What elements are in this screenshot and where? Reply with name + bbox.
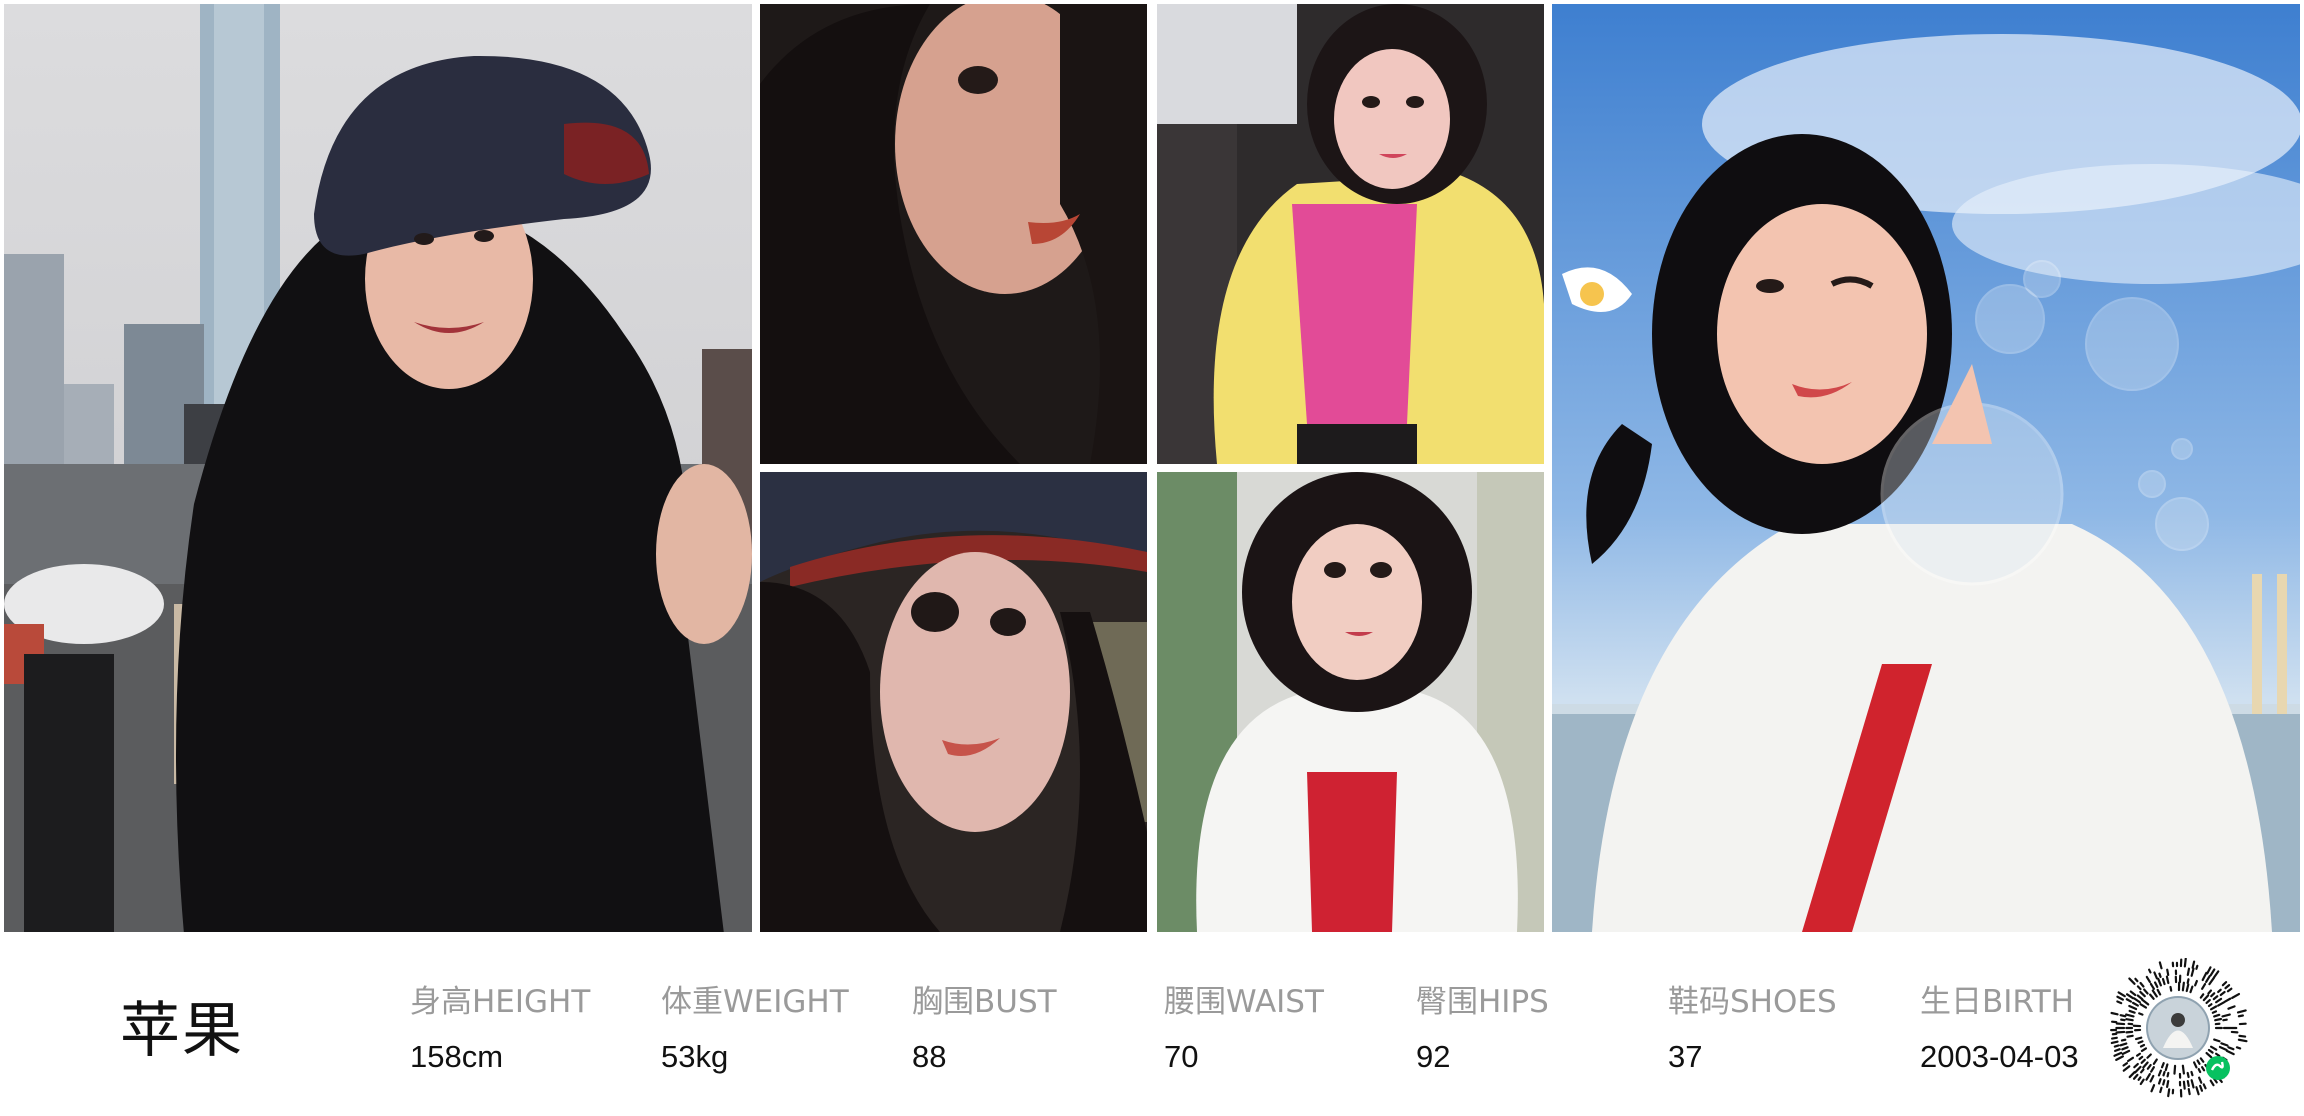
- seaside-bubbles-photo: [1552, 4, 2300, 932]
- stat-value: 158cm: [410, 1039, 504, 1074]
- stat-label: 体重WEIGHT: [661, 984, 849, 1020]
- stat-birth: 生日BIRTH 2003-04-03: [1920, 976, 2079, 1075]
- stat-value: 37: [1668, 1039, 1703, 1074]
- mini-program-badge-icon: [2206, 1056, 2230, 1080]
- white-shirt-selfie-photo: [1157, 472, 1544, 932]
- stat-label: 臀围HIPS: [1416, 984, 1549, 1020]
- stat-value: 53kg: [661, 1039, 729, 1074]
- closeup-selfie-photo: [760, 4, 1147, 464]
- stat-value: 2003-04-03: [1920, 1039, 2079, 1074]
- stat-shoes: 鞋码SHOES 37: [1668, 976, 1837, 1075]
- street-portrait-photo: [4, 4, 752, 932]
- stat-label: 身高HEIGHT: [410, 984, 591, 1020]
- hat-closeup-photo: [760, 472, 1147, 932]
- stat-bust: 胸围BUST 88: [912, 976, 1057, 1075]
- stat-weight: 体重WEIGHT 53kg: [661, 976, 849, 1075]
- stat-label: 鞋码SHOES: [1668, 984, 1837, 1020]
- mini-program-code-icon[interactable]: [2108, 957, 2248, 1098]
- stat-value: 92: [1416, 1039, 1451, 1074]
- stat-hips: 臀围HIPS 92: [1416, 976, 1549, 1075]
- stat-height: 身高HEIGHT 158cm: [410, 976, 590, 1075]
- stat-label: 腰围WAIST: [1164, 984, 1324, 1020]
- stat-value: 70: [1164, 1039, 1199, 1074]
- stat-label: 生日BIRTH: [1920, 984, 2074, 1020]
- car-selfie-photo: [1157, 4, 1544, 464]
- stat-label: 胸围BUST: [912, 984, 1057, 1020]
- stat-waist: 腰围WAIST 70: [1164, 976, 1324, 1075]
- model-name: 苹果: [120, 996, 244, 1066]
- stat-value: 88: [912, 1039, 947, 1074]
